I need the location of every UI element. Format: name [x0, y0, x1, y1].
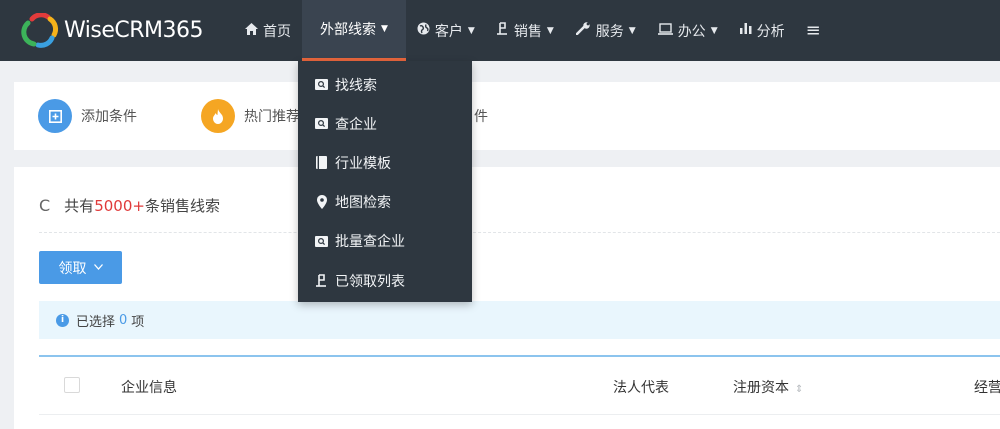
- column-business: 经营: [974, 380, 1000, 396]
- laptop-icon: [657, 22, 673, 39]
- wrench-icon: [575, 22, 591, 39]
- selection-prefix: 已选择: [76, 314, 116, 330]
- nav-item-label: 客户: [434, 23, 463, 40]
- claim-button[interactable]: 领取: [39, 251, 122, 284]
- column-company-info: 企业信息: [121, 380, 177, 396]
- book-icon: [315, 156, 328, 170]
- search-card-icon: [315, 117, 328, 130]
- info-icon: i: [56, 313, 69, 327]
- home-icon: [245, 22, 258, 39]
- nav-item-customers[interactable]: 客户 ▼: [406, 0, 486, 61]
- refresh-icon[interactable]: C: [39, 196, 50, 215]
- fire-icon: [201, 99, 235, 133]
- flag-icon: [315, 274, 328, 287]
- hot-recommend-button[interactable]: 热门推荐: [201, 99, 300, 133]
- app-logo[interactable]: WiseCRM365: [18, 0, 218, 61]
- table-header: 企业信息 法人代表 注册资本 ⇕ 经营: [39, 357, 1000, 415]
- dropdown-item-label: 批量查企业: [335, 234, 405, 251]
- search-card-icon: [315, 78, 328, 91]
- flag-icon: [496, 22, 509, 39]
- leads-summary: C 共有 5000+ 条销售线索: [39, 195, 220, 216]
- dropdown-item-label: 地图检索: [335, 195, 391, 212]
- dropdown-item-label: 查企业: [335, 116, 377, 133]
- selection-info-bar: i 已选择 0 项: [39, 301, 1000, 339]
- dropdown-item-industry-template[interactable]: 行业模板: [298, 143, 472, 182]
- summary-suffix: 条销售线索: [144, 197, 220, 215]
- globe-icon: [417, 22, 430, 39]
- search-card-icon: [315, 235, 328, 248]
- column-legal-rep: 法人代表: [613, 380, 669, 396]
- caret-down-icon: ▼: [381, 24, 388, 34]
- filter-card: 添加条件 热门推荐 件: [14, 82, 1000, 150]
- dropdown-item-find-leads[interactable]: 找线索: [298, 65, 472, 104]
- caret-down-icon: ▼: [710, 25, 718, 36]
- nav-item-label: 外部线索: [320, 22, 376, 38]
- map-pin-icon: [315, 195, 328, 210]
- claim-button-label: 领取: [58, 260, 87, 277]
- caret-down-icon: ▼: [546, 25, 554, 36]
- add-condition-label: 添加条件: [81, 109, 137, 125]
- nav-item-service[interactable]: 服务 ▼: [565, 0, 647, 61]
- dropdown-item-batch-search-company[interactable]: 批量查企业: [298, 222, 472, 261]
- top-nav-bar: WiseCRM365 首页 外部线索 ▼ 客户 ▼ 销售 ▼ 服务 ▼ 办公 ▼…: [0, 0, 1000, 61]
- summary-prefix: 共有: [64, 197, 95, 215]
- hot-recommend-label: 热门推荐: [244, 109, 300, 125]
- leads-card: C 共有 5000+ 条销售线索 领取 i 已选择 0 项 企业信息 法人代表 …: [14, 167, 1000, 429]
- nav-item-label: 首页: [263, 23, 291, 40]
- leads-count: 5000+: [94, 196, 145, 215]
- sort-icon[interactable]: ⇕: [795, 384, 803, 395]
- dropdown-item-label: 行业模板: [335, 155, 391, 172]
- nav-item-label: 办公: [677, 23, 706, 40]
- caret-down-icon: ▼: [467, 25, 475, 36]
- dropdown-item-map-search[interactable]: 地图检索: [298, 183, 472, 222]
- nav-item-analysis[interactable]: 分析: [729, 0, 796, 61]
- nav-item-label: 服务: [595, 23, 624, 40]
- app-name: WiseCRM365: [64, 18, 204, 43]
- main-nav: 首页 外部线索 ▼ 客户 ▼ 销售 ▼ 服务 ▼ 办公 ▼ 分析 ≡: [234, 0, 831, 61]
- dropdown-item-label: 找线索: [335, 77, 377, 94]
- dropdown-item-claimed-list[interactable]: 已领取列表: [298, 261, 472, 300]
- nav-item-office[interactable]: 办公 ▼: [647, 0, 729, 61]
- bar-chart-icon: [739, 23, 752, 38]
- hamburger-menu-icon[interactable]: ≡: [796, 0, 831, 61]
- select-all-checkbox[interactable]: [64, 377, 80, 393]
- nav-item-home[interactable]: 首页: [234, 0, 302, 61]
- dropdown-item-label: 已领取列表: [335, 273, 405, 290]
- add-condition-button[interactable]: 添加条件: [38, 99, 137, 133]
- nav-item-sales[interactable]: 销售 ▼: [486, 0, 565, 61]
- filter-partial-label: 件: [474, 109, 488, 125]
- nav-item-label: 分析: [756, 23, 785, 40]
- column-label: 注册资本: [733, 380, 789, 396]
- dropdown-item-search-company[interactable]: 查企业: [298, 104, 472, 143]
- external-leads-dropdown: 找线索 查企业 行业模板 地图检索 批量查企业 已领取列表: [298, 61, 472, 302]
- nav-item-external-leads[interactable]: 外部线索 ▼: [302, 0, 406, 61]
- selection-suffix: 项: [131, 314, 145, 330]
- divider: [39, 232, 1000, 233]
- column-registered-capital[interactable]: 注册资本 ⇕: [733, 377, 803, 397]
- caret-down-icon: ▼: [628, 25, 636, 36]
- plus-square-icon: [38, 99, 72, 133]
- selection-count: 0: [119, 312, 128, 328]
- logo-icon: [18, 11, 62, 49]
- nav-item-label: 销售: [513, 23, 542, 40]
- chevron-down-icon: [93, 262, 103, 273]
